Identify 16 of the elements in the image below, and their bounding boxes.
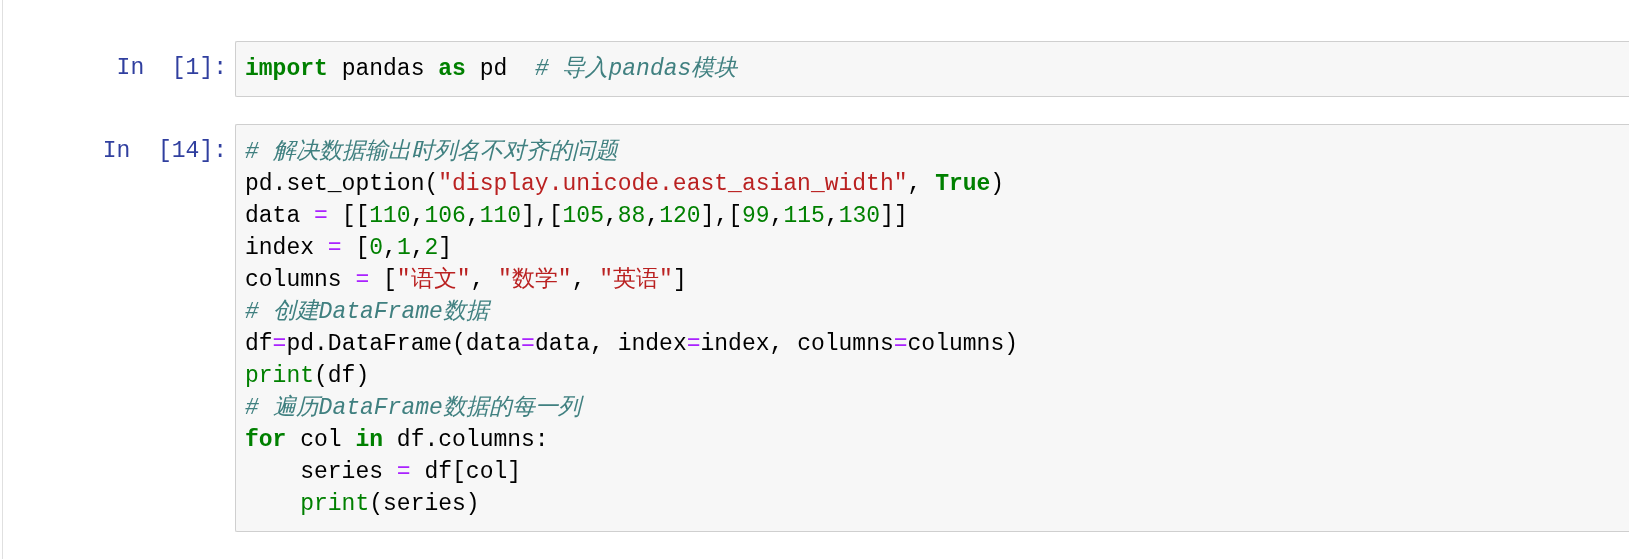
code-line: series = df[col] [299,458,522,487]
code-line: pd.set_option("display.unicode.east_asian_width", True) [245,170,1005,199]
code-line: # 解决数据输出时列名不对齐的问题 [245,137,618,167]
code-line: index = [0,1,2] [245,234,453,263]
code-cell[interactable]: import pandas as pd # 导入pandas模块 [235,41,1629,97]
code-line: df=pd.DataFrame(data=data, index=index, columns=columns) [245,330,1018,359]
code-line: print(series) [299,490,480,519]
input-prompt: In [14]: [102,137,227,166]
code-line: print(df) [245,362,370,391]
code-line: columns = ["语文", "数学", "英语"] [245,266,687,295]
code-cell[interactable] [235,124,1629,532]
input-prompt: In [1]: [116,54,227,83]
code-line: # 创建DataFrame数据 [245,298,489,327]
code-line: import pandas as pd # 导入pandas模块 [245,55,738,84]
code-line: for col in df.columns: [245,426,549,455]
code-line: data = [[110,106,110],[105,88,120],[99,115,130]] [245,202,908,231]
